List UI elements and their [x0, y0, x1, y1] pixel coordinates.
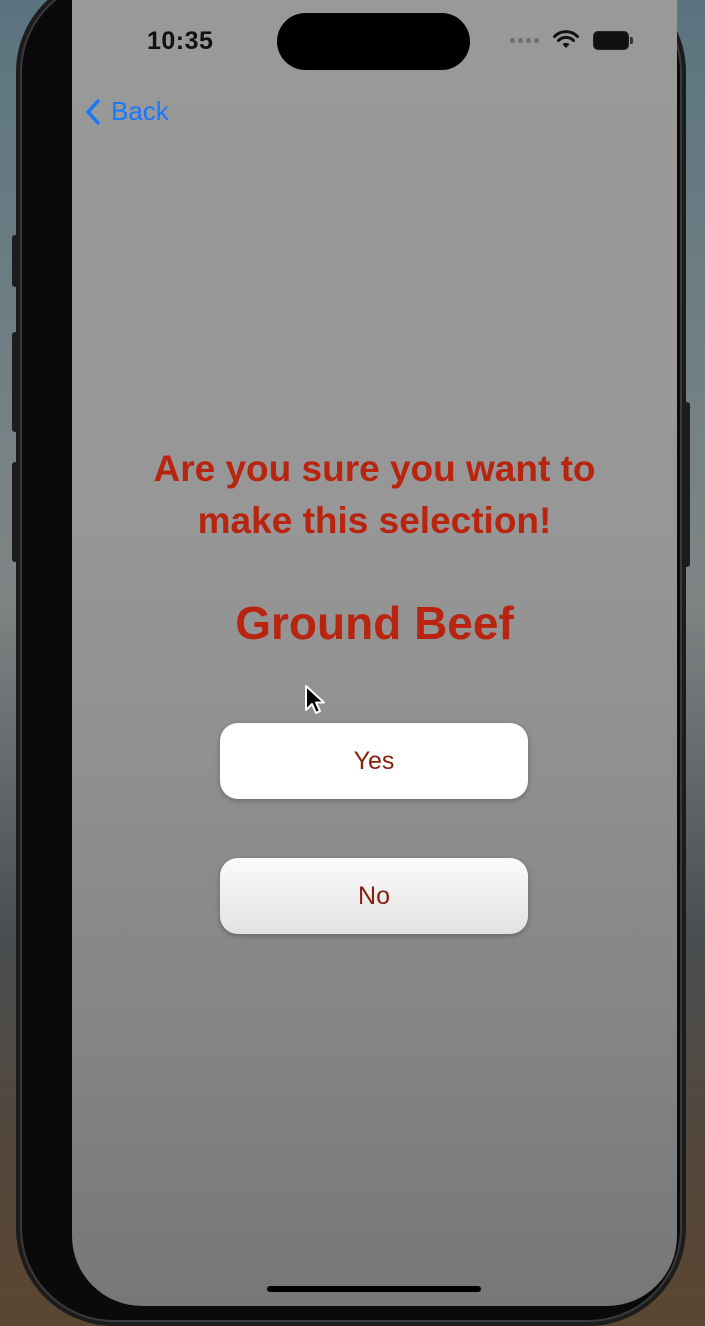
dynamic-island: [277, 13, 470, 70]
home-indicator[interactable]: [267, 1286, 481, 1292]
phone-frame: 10:35 Back Are you sure you want to make…: [12, 0, 690, 1320]
yes-button[interactable]: Yes: [220, 723, 528, 799]
back-button[interactable]: Back: [85, 96, 169, 127]
volume-up-button: [12, 332, 18, 432]
confirmation-prompt: Are you sure you want to make this selec…: [72, 443, 677, 547]
back-label: Back: [111, 96, 169, 126]
no-button-label: No: [358, 881, 390, 910]
prompt-line-2: make this selection!: [197, 500, 552, 541]
app-screen: 10:35 Back Are you sure you want to make…: [72, 0, 677, 1306]
action-button: [12, 235, 18, 287]
power-button: [684, 402, 690, 567]
prompt-line-1: Are you sure you want to: [153, 448, 596, 489]
volume-down-button: [12, 462, 18, 562]
yes-button-label: Yes: [353, 746, 395, 775]
selected-item-name: Ground Beef: [235, 597, 514, 649]
chevron-left-icon: [86, 98, 100, 125]
signal-dots-icon: [510, 37, 539, 43]
no-button[interactable]: No: [220, 858, 528, 934]
status-icons: [510, 30, 633, 50]
status-time: 10:35: [147, 27, 214, 55]
mouse-cursor-icon: [305, 685, 325, 714]
wifi-icon: [553, 30, 579, 48]
battery-icon: [593, 30, 633, 50]
